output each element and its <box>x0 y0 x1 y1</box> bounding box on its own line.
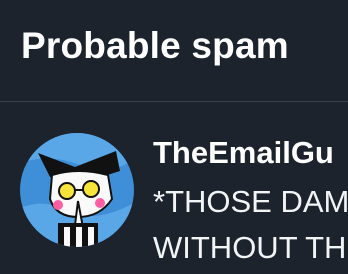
sender-name: TheEmailGu <box>153 135 334 170</box>
message-list-item[interactable]: TheEmailGu *THOSE DAM WITHOUT TH <box>0 102 348 274</box>
sender-avatar[interactable] <box>20 133 134 247</box>
message-preview-line-1: *THOSE DAM <box>153 184 348 219</box>
cartoon-character-avatar-icon <box>20 133 134 247</box>
page-title: Probable spam <box>21 25 289 66</box>
message-preview-line-2: WITHOUT TH <box>153 230 347 265</box>
